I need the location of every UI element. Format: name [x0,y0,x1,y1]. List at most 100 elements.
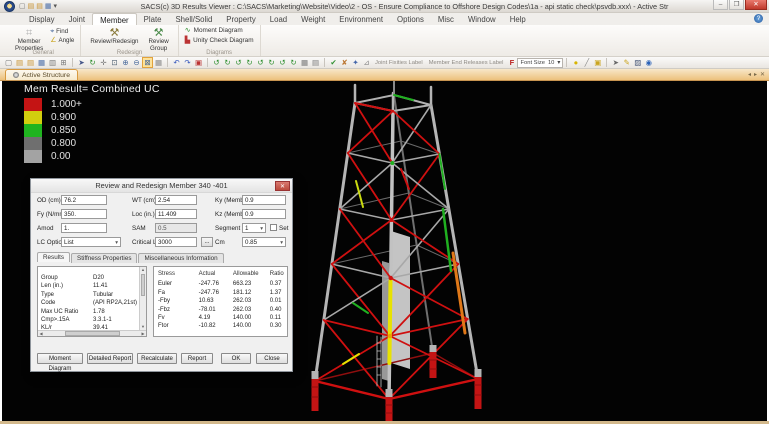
pan-icon[interactable]: ✛ [98,57,109,68]
table-view-icon[interactable]: ▦ [299,57,310,68]
print-icon[interactable]: ▥ [47,57,58,68]
close-dialog-button[interactable]: Close [256,353,288,364]
scrollbar-thumb[interactable] [65,331,120,336]
menu-options[interactable]: Options [390,13,431,25]
report-view-icon[interactable]: ▤ [310,57,321,68]
menu-joint[interactable]: Joint [62,13,92,25]
orbit-icon[interactable]: ↻ [87,57,98,68]
menu-property[interactable]: Property [219,13,262,25]
critical-lc-browse-button[interactable]: ... [201,237,213,247]
joint-check-icon[interactable]: ✔ [328,57,339,68]
spin-x-icon[interactable]: ↺ [255,57,266,68]
menu-member[interactable]: Member [92,13,137,25]
scroll-left-icon[interactable]: ◀ [38,331,44,336]
zoom-in-icon[interactable]: ⊕ [120,57,131,68]
help-icon[interactable]: ? [754,14,763,23]
open-project-icon[interactable]: ▤ [25,57,36,68]
qat-more-icon[interactable]: ▾ [54,1,58,12]
scrollbar-thumb[interactable] [141,274,145,296]
font-size-select[interactable]: Font Size 10 ▾ [517,58,563,68]
critical-lc-input[interactable]: 3000 [155,237,197,247]
ok-button[interactable]: OK [221,353,251,364]
detailed-report-button[interactable]: Detailed Report [87,353,133,364]
annotate-icon[interactable]: ✎ [621,57,632,68]
menu-plate[interactable]: Plate [137,13,169,25]
scroll-up-icon[interactable]: ▲ [140,267,146,273]
report-button[interactable]: Report [181,353,213,364]
new-file-icon[interactable]: ▢ [3,57,14,68]
open-folder-icon[interactable]: ▤ [14,57,25,68]
segment-select[interactable]: ▾1 [242,223,266,233]
scroll-right-icon[interactable]: ▶ [140,331,146,336]
slash-icon[interactable]: ╱ [581,57,592,68]
recalculate-button[interactable]: Recalculate [137,353,177,364]
close-button[interactable]: ✕ [745,0,767,10]
spin-z-icon[interactable]: ↺ [277,57,288,68]
dialog-close-button[interactable]: ✕ [275,181,290,191]
member-end-releases-label[interactable]: Member End Releases Label [429,60,504,66]
angle-button[interactable]: ∠ Angle [50,37,74,45]
moment-diagram-button[interactable]: Moment Diagram [37,353,83,364]
zoom-window-icon[interactable]: ⊡ [109,57,120,68]
tab-active-structure[interactable]: Active Structure [5,69,78,80]
moment-diagram-menu-button[interactable]: ∿ Moment Diagram [185,26,254,36]
qat-save-icon[interactable]: ▦ [45,1,52,12]
copy-icon[interactable]: ⊞ [58,57,69,68]
minimize-button[interactable]: – [713,0,728,10]
fy-input[interactable]: 350. [61,209,107,219]
ky-input[interactable]: 0.9 [242,195,286,205]
select-icon[interactable]: ➤ [76,57,87,68]
set-checkbox[interactable] [270,224,277,231]
maximize-button[interactable]: ❐ [729,0,744,10]
member-check-icon[interactable]: ✘ [339,57,350,68]
properties-vertical-scrollbar[interactable]: ▲ ▼ [139,267,146,330]
tag-icon[interactable]: ⊿ [361,57,372,68]
menu-shellsolid[interactable]: Shell/Solid [168,13,219,25]
find-button[interactable]: ⌖ Find [50,28,74,36]
font-icon[interactable]: F [506,57,517,68]
snapshot-icon[interactable]: ▣ [592,57,603,68]
zoom-out-icon[interactable]: ⊖ [131,57,142,68]
save-icon[interactable]: ▦ [36,57,47,68]
zoom-fit-icon[interactable]: ⊠ [142,57,153,68]
cm-select[interactable]: ▾0.85 [242,237,286,247]
menu-misc[interactable]: Misc [431,13,461,25]
axes-label-icon[interactable]: ✦ [350,57,361,68]
properties-horizontal-scrollbar[interactable]: ◀ ▶ [38,330,146,336]
qat-new-icon[interactable]: ▢ [19,1,26,12]
menu-load[interactable]: Load [263,13,294,25]
lc-option-select[interactable]: ▾List [61,237,121,247]
loc-input[interactable]: 11.409 [155,209,197,219]
redo-icon[interactable]: ↷ [182,57,193,68]
tab-scroll-left-icon[interactable]: ◂ [748,71,751,78]
tab-scroll-right-icon[interactable]: ▸ [754,71,757,78]
spin-y-icon[interactable]: ↻ [266,57,277,68]
stop-icon[interactable]: ▣ [193,57,204,68]
od-input[interactable]: 76.2 [61,195,107,205]
review-redesign-button[interactable]: ⚒ Review/Redesign [87,26,141,47]
iso-view-icon[interactable]: ↻ [288,57,299,68]
unity-check-diagram-menu-button[interactable]: ▙ Unity Check Diagram [185,36,254,46]
hatch-icon[interactable]: ▨ [632,57,643,68]
tab-stiffness-properties[interactable]: Stiffness Properties [71,253,137,263]
menu-weight[interactable]: Weight [294,13,332,25]
qat-open2-icon[interactable]: ▤ [36,1,43,12]
qat-open-icon[interactable]: ▤ [28,1,35,12]
highlight-icon[interactable]: ● [570,57,581,68]
joint-fixities-label[interactable]: Joint Fixities Label [375,60,423,66]
menu-environment[interactable]: Environment [332,13,390,25]
globe-icon[interactable]: ◉ [643,57,654,68]
redraw-icon[interactable]: ▦ [153,57,164,68]
kz-input[interactable]: 0.9 [242,209,286,219]
menu-display[interactable]: Display [22,13,62,25]
structure-3d[interactable] [293,81,521,421]
review-group-button[interactable]: ⚒ Review Group [145,26,171,53]
rotate-down-icon[interactable]: ↻ [244,57,255,68]
undo-icon[interactable]: ↶ [171,57,182,68]
tab-results[interactable]: Results [37,252,70,262]
member-properties-button[interactable]: ⌗ Member Properties [12,26,46,53]
wt-input[interactable]: 2.54 [155,195,197,205]
amod-input[interactable]: 1. [61,223,107,233]
rotate-right-icon[interactable]: ↻ [222,57,233,68]
menu-window[interactable]: Window [461,13,503,25]
